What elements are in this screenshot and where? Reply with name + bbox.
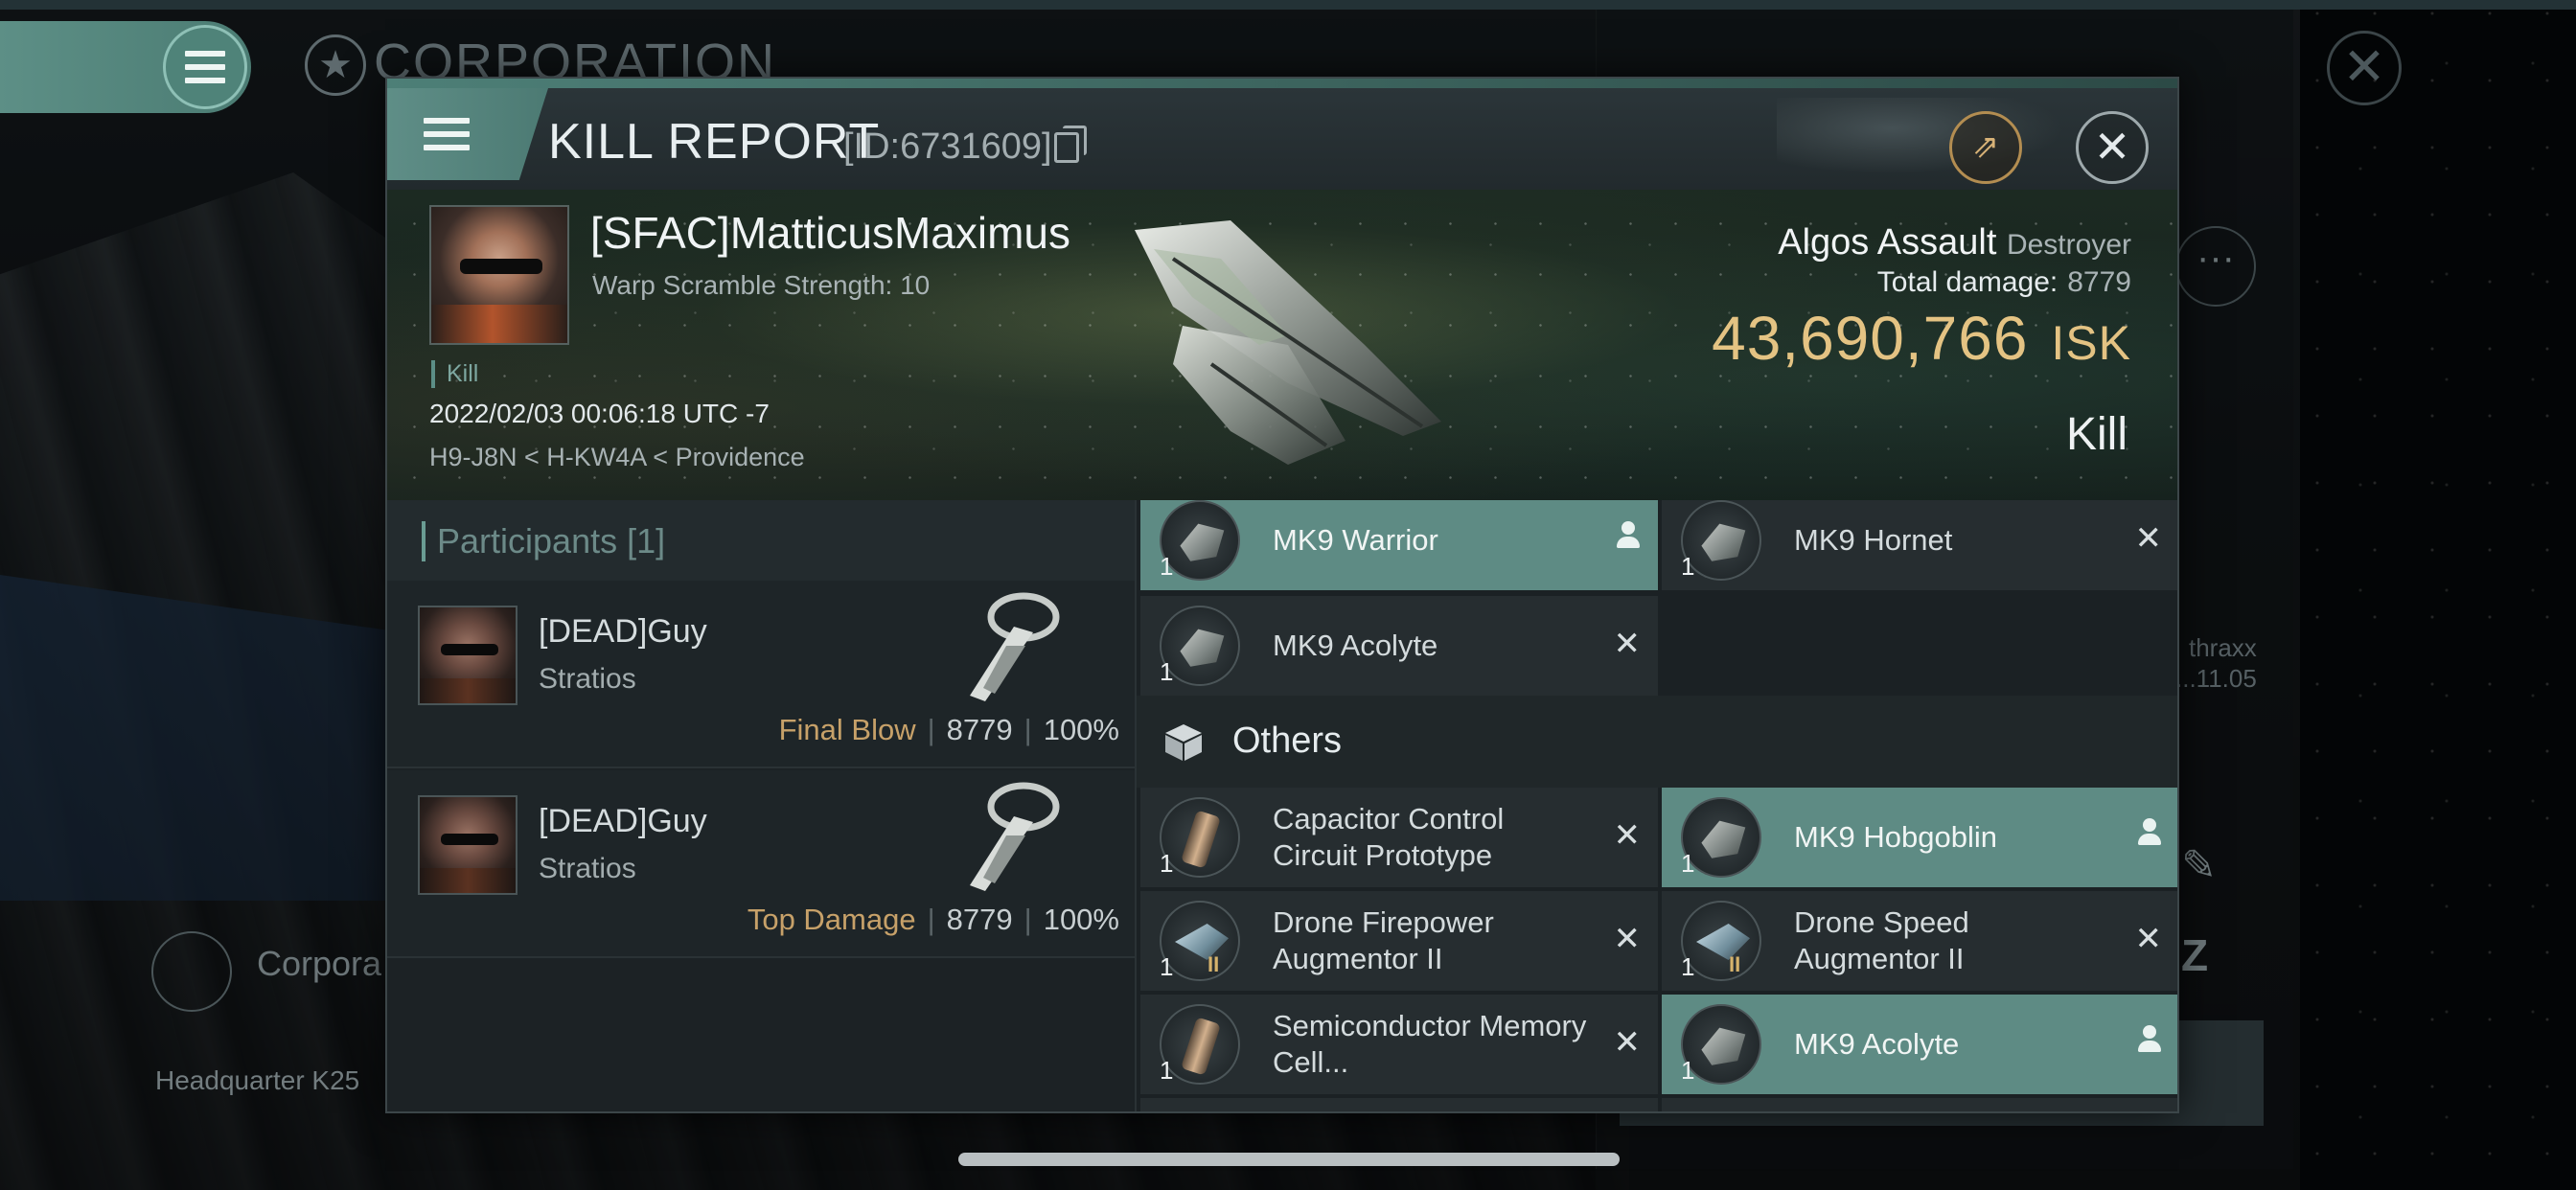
kill-type-tag: Kill: [431, 360, 478, 388]
participant-stats: Top Damage | 8779 | 100%: [747, 903, 1119, 936]
dropped-person-icon: [2137, 816, 2162, 857]
kill-report-dialog: KILL REPORT [ID:6731609] ⇗ ✕ [SFAC]Matti…: [385, 77, 2179, 1113]
share-button[interactable]: ⇗: [1949, 111, 2022, 184]
participant-ship: Stratios: [539, 853, 636, 884]
item-name: Capacitor Control Circuit Prototype: [1273, 802, 1505, 872]
warp-scramble-strength: Warp Scramble Strength: 10: [592, 270, 931, 300]
final-blow-tag: Final Blow: [778, 713, 916, 746]
participant-portrait: [418, 795, 518, 895]
item-row[interactable]: 1 MK9 Hornet ✕: [1662, 500, 2177, 590]
item-name: MK9 Acolyte: [1794, 1027, 1960, 1061]
item-name: Semiconductor Memory Cell...: [1273, 1009, 1587, 1079]
victim-portrait[interactable]: [429, 205, 569, 345]
dropped-person-icon: [2137, 1023, 2162, 1064]
participant-row[interactable]: [DEAD]Guy Stratios Top Damage | 8779 | 100%: [387, 770, 1135, 958]
cargo-box-icon: [1165, 724, 1202, 761]
participants-panel: Participants [1] [DEAD]Guy Stratios Fina…: [387, 500, 1137, 1111]
dialog-accent-bar: [387, 79, 2177, 88]
others-label: Others: [1232, 721, 1343, 761]
item-row[interactable]: [1662, 1098, 2177, 1111]
ship-name[interactable]: Algos Assault Destroyer: [1778, 222, 2131, 263]
headquarter-label: Headquarter K25: [155, 1065, 360, 1095]
item-row[interactable]: II 1 Drone Firepower Augmentor II ✕: [1140, 891, 1658, 991]
items-panel: 1 MK9 Warrior 1 MK9 Hornet ✕ 1 MK9 Acoly…: [1137, 500, 2177, 1111]
participant-row[interactable]: [DEAD]Guy Stratios Final Blow | 8779 | 100%: [387, 581, 1135, 768]
top-bar: [0, 0, 2576, 10]
stratios-ship-icon: [970, 782, 1060, 891]
destroyed-x-icon: ✕: [2134, 520, 2163, 557]
corp-menu-button[interactable]: [0, 21, 251, 113]
destroyed-x-icon: ✕: [1613, 921, 1642, 957]
kill-datetime: 2022/02/03 00:06:18 UTC -7: [429, 399, 770, 428]
dialog-title: KILL REPORT: [548, 114, 881, 170]
item-row[interactable]: 1 Semiconductor Memory Cell... ✕: [1140, 995, 1658, 1094]
close-icon: ✕: [2093, 122, 2131, 172]
ship-class: Destroyer: [2006, 229, 2131, 261]
kill-result: Kill: [2065, 409, 2128, 460]
participant-name: [DEAD]Guy: [539, 803, 707, 839]
item-name: MK9 Warrior: [1273, 523, 1438, 557]
top-damage-tag: Top Damage: [747, 903, 916, 936]
item-row[interactable]: 1 MK9 Acolyte ✕: [1140, 596, 1658, 696]
destroyed-ship-icon[interactable]: [1116, 201, 1460, 489]
item-qty: 1: [1160, 1056, 1174, 1085]
dropped-person-icon: [1616, 519, 1641, 560]
kill-id: [ID:6731609]: [843, 126, 1052, 167]
edit-icon[interactable]: ✎: [2181, 841, 2217, 890]
item-name: MK9 Hornet: [1794, 523, 1953, 557]
item-row[interactable]: 1 MK9 Acolyte: [1662, 995, 2177, 1094]
destroyed-x-icon: ✕: [2134, 921, 2163, 957]
participants-label: Participants [1]: [422, 521, 665, 561]
sleep-settings-icon[interactable]: Z: [2181, 929, 2208, 981]
kill-banner: [SFAC]MatticusMaximus Warp Scramble Stre…: [387, 190, 2177, 500]
item-row[interactable]: 1 Capacitor Control Circuit Prototype ✕: [1140, 788, 1658, 887]
menu-icon: [424, 118, 470, 150]
destroyed-x-icon: ✕: [1613, 817, 1642, 854]
item-row[interactable]: II 1 Drone Speed Augmentor II ✕: [1662, 891, 2177, 991]
corporation-label: Corpora: [257, 944, 382, 983]
item-qty: 1: [1681, 1056, 1695, 1085]
copy-icon[interactable]: [1054, 126, 1087, 163]
item-name: Drone Speed Augmentor II: [1794, 905, 1969, 975]
item-qty: 1: [1160, 657, 1174, 686]
participants-header: Participants [1]: [387, 500, 1135, 581]
isk-value: 43,690,766 ISK: [1712, 304, 2131, 373]
stratios-ship-icon: [970, 592, 1060, 701]
header-decoration: [1777, 98, 2064, 174]
external-link-icon: ⇗: [1971, 128, 2000, 165]
item-qty: 1: [1160, 552, 1174, 581]
menu-icon: [163, 25, 247, 109]
participant-ship: Stratios: [539, 663, 636, 695]
item-name: MK9 Hobgoblin: [1794, 820, 1997, 854]
item-qty: 1: [1160, 952, 1174, 981]
kill-location[interactable]: H9-J8N < H-KW4A < Providence: [429, 443, 805, 472]
item-name: MK9 Acolyte: [1273, 629, 1438, 662]
item-row[interactable]: 1 MK9 Hobgoblin: [1662, 788, 2177, 887]
item-qty: 1: [1681, 952, 1695, 981]
participant-stats: Final Blow | 8779 | 100%: [778, 713, 1119, 746]
total-damage: Total damage: 8779: [1876, 266, 2131, 298]
background-close-icon[interactable]: ✕: [2327, 31, 2402, 105]
item-name: Drone Firepower Augmentor II: [1273, 905, 1494, 975]
victim-name[interactable]: [SFAC]MatticusMaximus: [590, 207, 1070, 259]
participant-name: [DEAD]Guy: [539, 613, 707, 650]
item-row[interactable]: [1140, 1098, 1658, 1111]
more-options-icon[interactable]: ···: [2175, 226, 2256, 307]
item-row[interactable]: 1 MK9 Warrior: [1140, 500, 1658, 590]
destroyed-x-icon: ✕: [1613, 1024, 1642, 1061]
item-qty: 1: [1681, 552, 1695, 581]
close-button[interactable]: ✕: [2076, 111, 2149, 184]
destroyed-x-icon: ✕: [1613, 626, 1642, 662]
dialog-header: KILL REPORT [ID:6731609] ⇗ ✕: [387, 88, 2177, 190]
home-indicator[interactable]: [958, 1153, 1620, 1166]
others-section-header: Others: [1137, 696, 2177, 788]
side-info: thraxx ...11.05: [2175, 633, 2257, 693]
item-qty: 1: [1160, 849, 1174, 878]
participant-portrait: [418, 606, 518, 705]
item-qty: 1: [1681, 849, 1695, 878]
dialog-menu-button[interactable]: [387, 88, 548, 180]
